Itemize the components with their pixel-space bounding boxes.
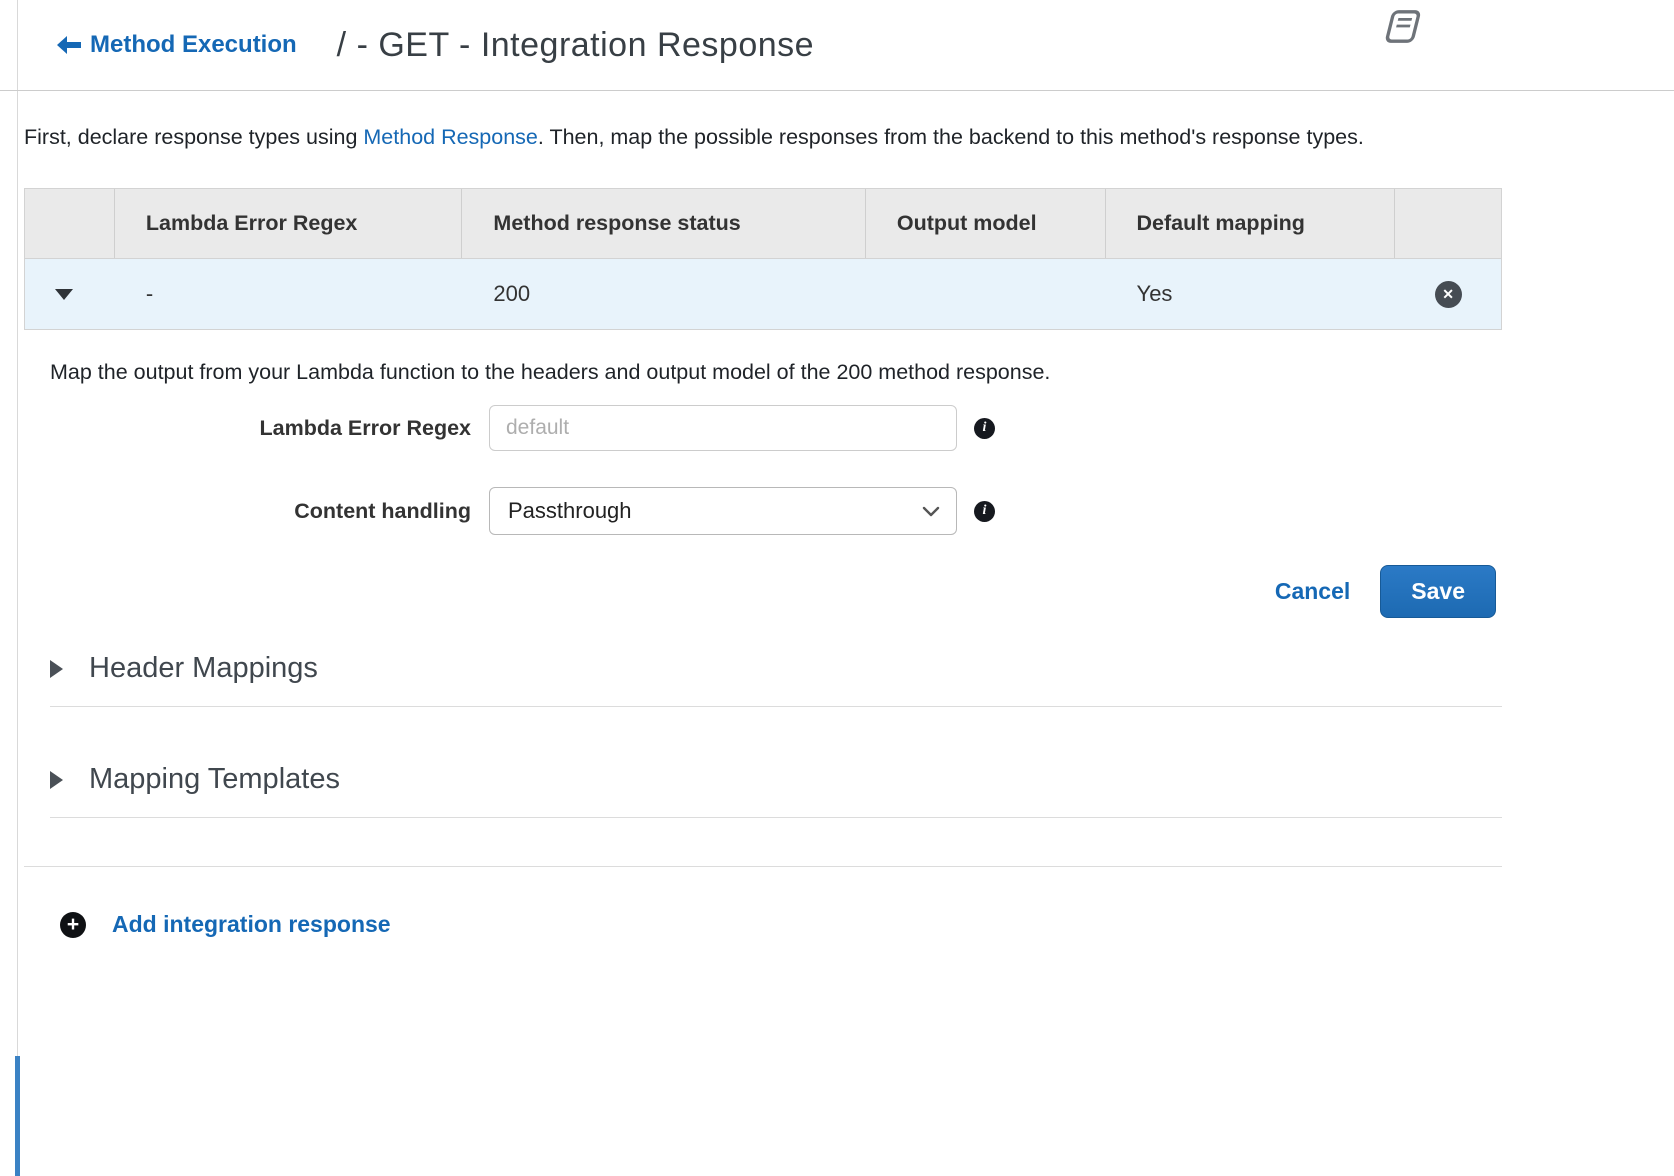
chevron-down-icon: [922, 506, 940, 517]
expanded-response-panel: Map the output from your Lambda function…: [24, 330, 1502, 818]
cancel-button[interactable]: Cancel: [1275, 578, 1350, 605]
add-integration-response[interactable]: + Add integration response: [60, 911, 1674, 938]
content-handling-selected-value: Passthrough: [508, 498, 632, 524]
content-handling-label: Content handling: [24, 499, 489, 524]
plus-icon: +: [60, 912, 86, 938]
left-pane-border: [17, 0, 18, 1176]
intro-text: First, declare response types using Meth…: [24, 119, 1494, 156]
method-response-link[interactable]: Method Response: [363, 125, 538, 149]
table-header-row: Lambda Error Regex Method response statu…: [25, 189, 1501, 259]
content-handling-select[interactable]: Passthrough: [489, 487, 957, 535]
divider: [50, 817, 1502, 818]
lambda-error-regex-row: Lambda Error Regex i: [24, 405, 1502, 451]
page-header: Method Execution / - GET - Integration R…: [0, 0, 1674, 91]
column-header-lambda-error-regex: Lambda Error Regex: [115, 189, 463, 258]
expand-caret-icon: [50, 771, 63, 789]
content-handling-row: Content handling Passthrough i: [24, 487, 1502, 535]
save-button[interactable]: Save: [1380, 565, 1496, 618]
column-header-expand: [25, 189, 115, 258]
method-execution-back-link[interactable]: Method Execution: [57, 31, 297, 59]
cell-method-response-status: 200: [462, 281, 865, 307]
section-mapping-templates-label: Mapping Templates: [89, 763, 340, 796]
section-header-mappings[interactable]: Header Mappings: [24, 652, 1502, 685]
column-header-output-model: Output model: [866, 189, 1106, 258]
collapse-caret-icon[interactable]: [55, 289, 73, 300]
form-actions: Cancel Save: [24, 565, 1502, 618]
integration-responses-table: Lambda Error Regex Method response statu…: [24, 188, 1502, 330]
info-icon[interactable]: i: [974, 501, 995, 522]
row-actions-cell: ✕: [1395, 281, 1501, 308]
column-header-method-response-status: Method response status: [462, 189, 865, 258]
divider: [24, 866, 1502, 867]
intro-after: . Then, map the possible responses from …: [538, 125, 1364, 149]
cell-lambda-error-regex: -: [115, 281, 463, 307]
section-mapping-templates[interactable]: Mapping Templates: [24, 763, 1502, 796]
delete-response-icon[interactable]: ✕: [1435, 281, 1462, 308]
back-arrow-icon: [57, 35, 81, 55]
divider: [50, 706, 1502, 707]
section-header-mappings-label: Header Mappings: [89, 652, 318, 685]
info-icon[interactable]: i: [974, 418, 995, 439]
column-header-default-mapping: Default mapping: [1106, 189, 1396, 258]
lambda-error-regex-input[interactable]: [489, 405, 957, 451]
cell-default-mapping: Yes: [1106, 281, 1396, 307]
page-title: / - GET - Integration Response: [337, 26, 814, 65]
book-icon[interactable]: [1383, 8, 1425, 49]
panel-description: Map the output from your Lambda function…: [24, 330, 1502, 385]
row-expand-cell: [25, 289, 115, 300]
column-header-actions: [1395, 189, 1501, 258]
left-scrollbar-segment[interactable]: [15, 1056, 20, 1176]
back-link-label: Method Execution: [90, 31, 297, 59]
lambda-error-regex-label: Lambda Error Regex: [24, 416, 489, 441]
add-integration-response-link[interactable]: Add integration response: [112, 911, 391, 938]
intro-before: First, declare response types using: [24, 125, 363, 149]
expand-caret-icon: [50, 660, 63, 678]
table-row[interactable]: - 200 Yes ✕: [25, 259, 1501, 329]
